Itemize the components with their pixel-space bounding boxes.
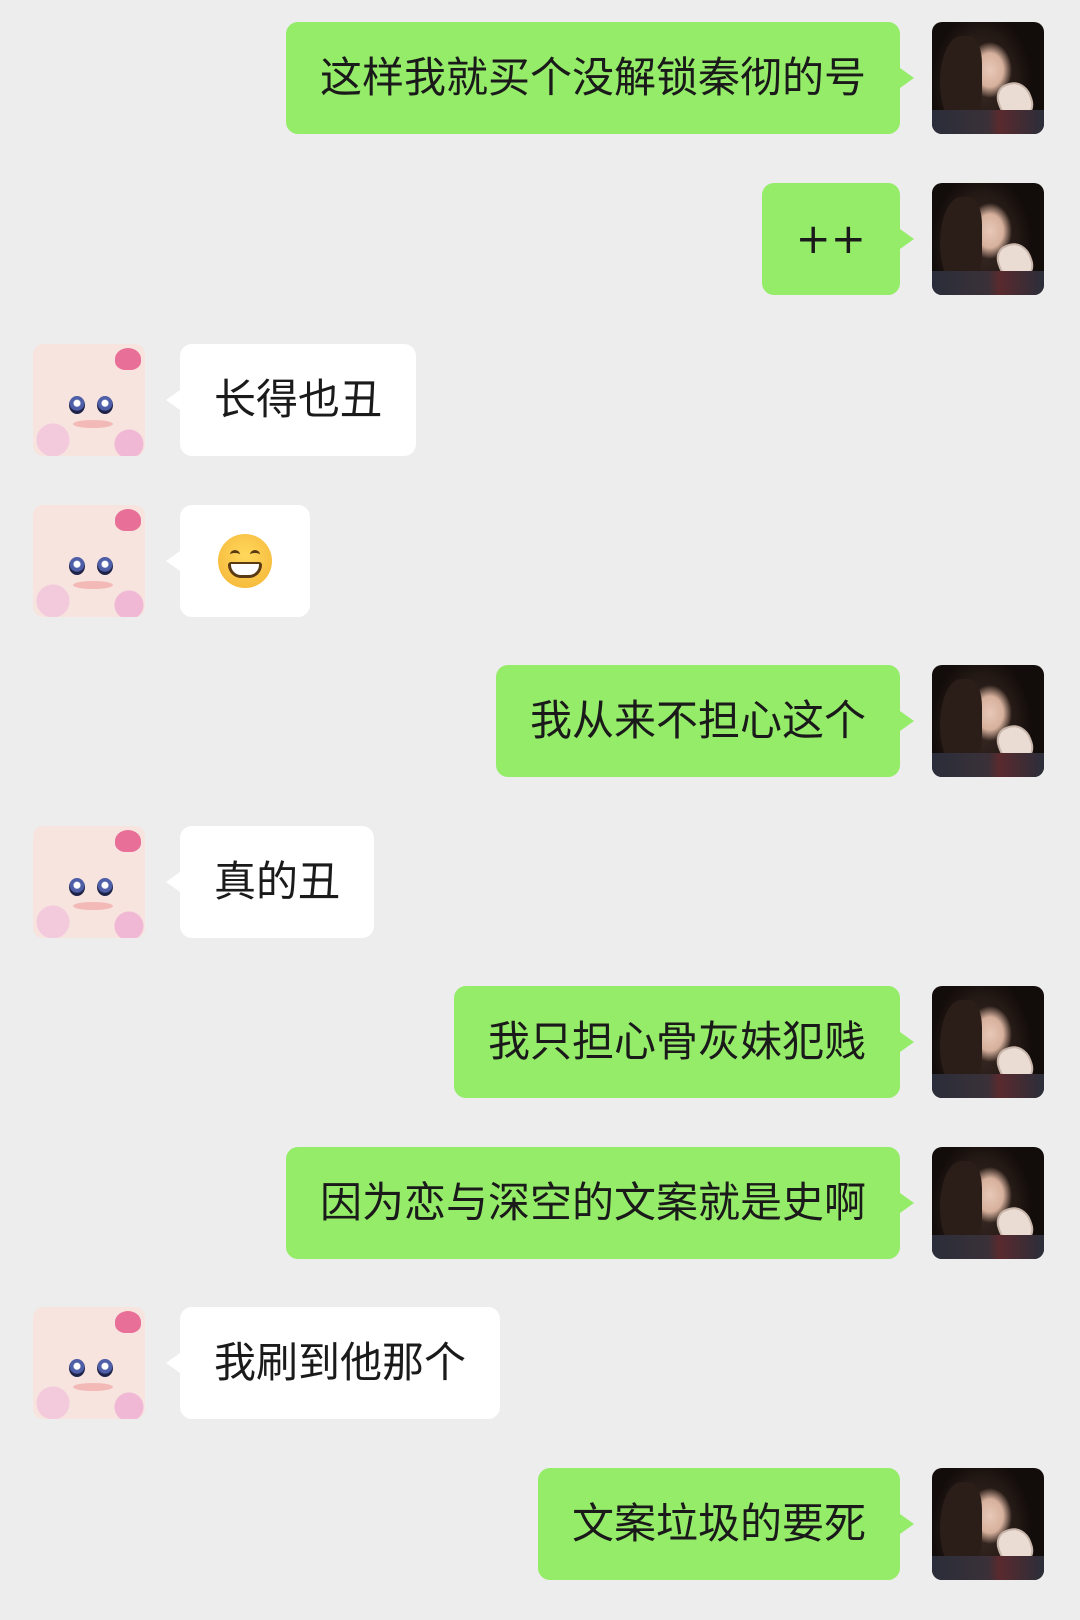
message-row-sent: ++ xyxy=(0,183,1080,297)
my-avatar[interactable] xyxy=(932,1468,1044,1580)
emoji-mouth xyxy=(228,562,262,578)
avatar-collar xyxy=(932,1556,1044,1580)
message-bubble-sent[interactable]: ++ xyxy=(761,183,915,295)
avatar-cheek xyxy=(73,1383,113,1391)
message-bubble-sent[interactable]: 我只担心骨灰妹犯贱 xyxy=(453,986,915,1098)
message-bubble-sent[interactable]: 因为恋与深空的文案就是史啊 xyxy=(285,1147,915,1259)
message-row-sent: 这样我就买个没解锁秦彻的号 xyxy=(0,22,1080,136)
message-row-received: 我刷到他那个 xyxy=(0,1307,1080,1421)
avatar-cheek xyxy=(73,420,113,428)
my-avatar[interactable] xyxy=(932,1147,1044,1259)
avatar-bow xyxy=(115,1311,141,1333)
avatar-collar xyxy=(932,271,1044,295)
my-avatar[interactable] xyxy=(932,22,1044,134)
message-row-sent: 文案垃圾的要死 xyxy=(0,1468,1080,1582)
avatar-eye xyxy=(69,396,85,414)
message-bubble-received[interactable]: 真的丑 xyxy=(165,826,375,938)
message-bubble-sent[interactable]: 文案垃圾的要死 xyxy=(537,1468,915,1580)
avatar-eye xyxy=(69,1359,85,1377)
emoji-eye xyxy=(230,550,240,559)
avatar-eye xyxy=(97,878,113,896)
contact-avatar[interactable] xyxy=(33,1307,145,1419)
avatar-collar xyxy=(932,753,1044,777)
avatar-cheek xyxy=(73,902,113,910)
avatar-bow xyxy=(115,830,141,852)
avatar-collar xyxy=(932,1235,1044,1259)
avatar-eye xyxy=(69,557,85,575)
avatar-bow xyxy=(115,348,141,370)
message-bubble-sent[interactable]: 我从来不担心这个 xyxy=(495,665,915,777)
grinning-face-emoji-icon xyxy=(218,534,272,588)
contact-avatar[interactable] xyxy=(33,505,145,617)
avatar-collar xyxy=(932,1074,1044,1098)
message-row-sent: 我只担心骨灰妹犯贱 xyxy=(0,986,1080,1100)
contact-avatar[interactable] xyxy=(33,826,145,938)
avatar-bow xyxy=(115,509,141,531)
message-bubble-received[interactable]: 我刷到他那个 xyxy=(165,1307,501,1419)
avatar-eye xyxy=(97,396,113,414)
message-row-received xyxy=(0,505,1080,619)
avatar-eye xyxy=(69,878,85,896)
chat-thread: 这样我就买个没解锁秦彻的号 ++ 长得也丑 我从来不担心这个 真的丑 我只担心骨… xyxy=(0,0,1080,1620)
message-row-received: 长得也丑 xyxy=(0,344,1080,458)
my-avatar[interactable] xyxy=(932,665,1044,777)
avatar-cheek xyxy=(73,581,113,589)
my-avatar[interactable] xyxy=(932,986,1044,1098)
message-row-sent: 我从来不担心这个 xyxy=(0,665,1080,779)
message-row-sent: 因为恋与深空的文案就是史啊 xyxy=(0,1147,1080,1261)
avatar-collar xyxy=(932,110,1044,134)
contact-avatar[interactable] xyxy=(33,344,145,456)
emoji-eye xyxy=(250,550,260,559)
avatar-eye xyxy=(97,557,113,575)
message-bubble-received-emoji[interactable] xyxy=(166,505,310,617)
my-avatar[interactable] xyxy=(932,183,1044,295)
message-bubble-sent[interactable]: 这样我就买个没解锁秦彻的号 xyxy=(285,22,915,134)
message-bubble-received[interactable]: 长得也丑 xyxy=(165,344,417,456)
avatar-eye xyxy=(97,1359,113,1377)
message-row-received: 真的丑 xyxy=(0,826,1080,940)
